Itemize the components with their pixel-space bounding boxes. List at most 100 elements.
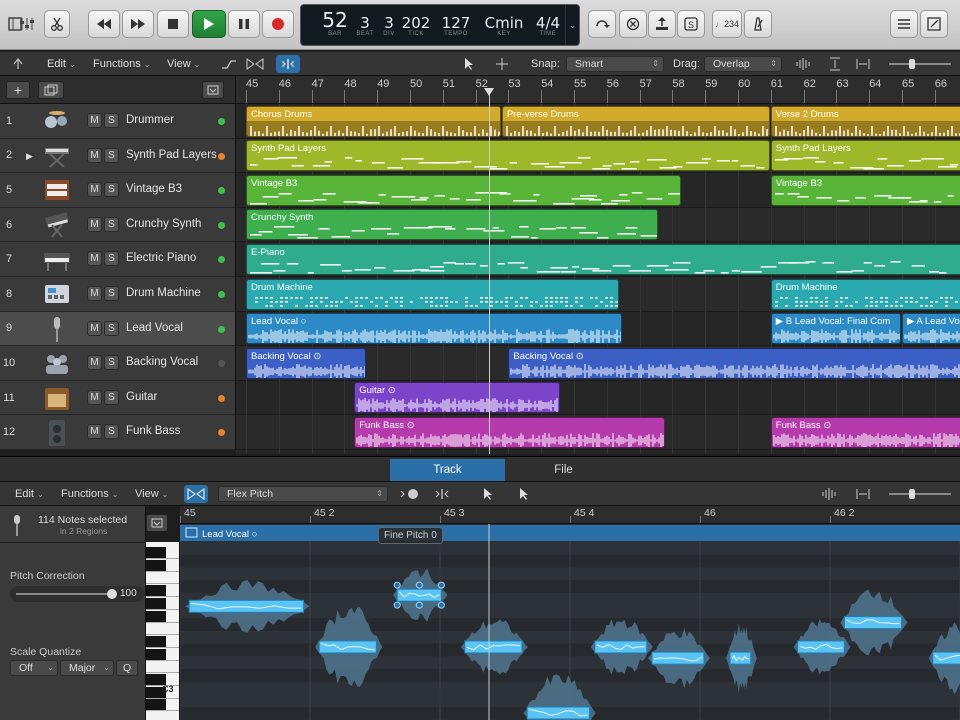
track-header[interactable]: 12 M S Funk Bass (0, 415, 236, 450)
black-key[interactable] (146, 597, 166, 609)
pitch-note[interactable] (396, 588, 442, 602)
solo-button[interactable]: S (104, 182, 119, 198)
waveform-zoom-icon[interactable] (792, 55, 814, 73)
track-status-dot[interactable] (218, 360, 225, 368)
vertical-zoom-icon[interactable] (824, 55, 846, 73)
count-in-button[interactable]: ♩234 (712, 10, 742, 38)
region[interactable]: E-Piano (246, 243, 960, 275)
global-tracks-icon[interactable] (202, 81, 224, 99)
pointer-tool-icon[interactable] (458, 55, 480, 73)
mute-button[interactable]: M (87, 286, 102, 301)
black-key[interactable] (146, 559, 166, 571)
scissors-icon[interactable] (44, 10, 70, 38)
region[interactable]: Lead Vocal ○ (246, 313, 623, 345)
flex-mode-select[interactable]: Flex Pitch ⇕ (218, 486, 388, 502)
pitch-correction-slider[interactable]: 100 (10, 586, 144, 602)
solo-button[interactable]: S (104, 216, 119, 232)
tab-file[interactable]: File (506, 459, 621, 481)
region[interactable]: Verse 2 Drums (770, 105, 960, 137)
bounce-icon[interactable] (648, 10, 676, 38)
pitch-note[interactable] (464, 640, 523, 654)
region[interactable]: Vintage B3 (246, 174, 682, 206)
region[interactable]: Pre-verse Drums (501, 105, 770, 137)
editor-waveform-zoom-icon[interactable] (818, 485, 840, 503)
track-status-dot[interactable] (218, 152, 225, 160)
cycle-icon[interactable] (588, 10, 616, 38)
track-status-dot[interactable] (218, 394, 225, 402)
mute-button[interactable]: M (87, 216, 102, 232)
pitch-note[interactable] (188, 599, 305, 613)
region[interactable]: Synth Pad Layers (246, 140, 770, 172)
mute-button[interactable]: M (87, 320, 102, 336)
region[interactable]: Chorus Drums (246, 105, 501, 137)
region[interactable]: Guitar ⊙ (354, 382, 560, 414)
record-button[interactable] (262, 10, 294, 38)
note-handle[interactable] (415, 581, 423, 589)
region[interactable]: Funk Bass ⊙ (354, 416, 665, 448)
region[interactable]: Funk Bass ⊙ (770, 416, 960, 448)
mute-button[interactable]: M (87, 147, 102, 163)
mute-button[interactable]: M (87, 182, 102, 198)
note-handle[interactable] (393, 601, 401, 609)
add-track-icon[interactable]: + (6, 81, 30, 99)
track-header[interactable]: 5 M S Vintage B3 (0, 173, 236, 208)
track-status-dot[interactable] (218, 221, 225, 229)
duplicate-track-icon[interactable] (38, 81, 64, 99)
pitch-note[interactable] (526, 706, 591, 720)
mute-button[interactable]: M (87, 251, 102, 267)
editor-functions-menu[interactable]: Functions ⌄ (56, 486, 123, 502)
note-handle[interactable] (437, 581, 445, 589)
metronome-icon[interactable] (744, 10, 772, 38)
solo-button[interactable]: S (104, 286, 119, 301)
list-editor-icon[interactable] (890, 10, 918, 38)
view-menu[interactable]: View ⌄ (162, 56, 205, 72)
fast-forward-button[interactable] (122, 10, 154, 38)
region[interactable]: Backing Vocal ⊙ (508, 347, 960, 379)
black-key[interactable] (146, 610, 166, 622)
editor-pointer-tool-icon[interactable] (474, 485, 502, 503)
black-key[interactable] (146, 635, 166, 647)
track-header[interactable]: 8 M S Drum Machine (0, 277, 236, 312)
pause-button[interactable] (228, 10, 260, 38)
region[interactable]: Backing Vocal ⊙ (246, 347, 367, 379)
solo-button[interactable]: S (104, 355, 119, 371)
scale-type-select[interactable]: Major ⌄ (60, 660, 114, 676)
track-header[interactable]: 1 M S Drummer (0, 104, 236, 139)
region[interactable]: Vintage B3 (770, 174, 960, 206)
stop-button[interactable] (157, 10, 189, 38)
note-handle[interactable] (415, 601, 423, 609)
track-header[interactable]: 10 M S Backing Vocal (0, 346, 236, 381)
editor-flex-icon[interactable] (184, 485, 208, 503)
solo-button[interactable]: S (104, 320, 119, 336)
edit-menu[interactable]: Edit ⌄ (42, 56, 81, 72)
pitch-note[interactable] (797, 640, 845, 654)
flex-pitch-canvas[interactable]: Lead Vocal ○ Fine Pitch 0 (180, 524, 960, 720)
playhead[interactable] (489, 90, 490, 454)
track-header[interactable]: 9 M S Lead Vocal (0, 311, 236, 347)
piano-keyboard[interactable]: C3 (146, 542, 180, 720)
zoom-slider[interactable] (884, 55, 956, 73)
track-status-dot[interactable] (218, 325, 225, 333)
note-handle[interactable] (437, 601, 445, 609)
track-status-dot[interactable] (218, 118, 225, 125)
note-handle[interactable] (393, 581, 401, 589)
editor-region-bar[interactable] (180, 525, 960, 541)
track-status-dot[interactable] (218, 187, 225, 195)
tab-track[interactable]: Track (390, 459, 505, 481)
replace-icon[interactable] (619, 10, 647, 38)
mute-button[interactable]: M (87, 355, 102, 371)
quantize-button[interactable]: Q (116, 660, 138, 676)
note-pad-icon[interactable] (920, 10, 948, 38)
disclosure-triangle-icon[interactable]: ▶ (26, 151, 33, 162)
bar-ruler[interactable]: 45 46 47 48 49 50 51 52 53 54 55 56 57 58 59 60 61 62 63 64… (236, 76, 960, 104)
editor-horizontal-zoom-icon[interactable] (852, 485, 874, 503)
black-key[interactable] (146, 585, 166, 597)
track-header[interactable]: 11 M S Guitar (0, 380, 236, 416)
tracks-area[interactable]: Chorus Drums Pre-verse Drums Verse 2 Drums… (236, 104, 960, 454)
track-status-dot[interactable] (218, 291, 225, 298)
lcd-display[interactable]: 52 BAR 3 BEAT 3 DIV 202 TICK 127 TEMPO C… (300, 4, 580, 46)
functions-menu[interactable]: Functions ⌄ (88, 56, 155, 72)
catch-playhead-icon[interactable] (276, 55, 300, 73)
flex-icon[interactable] (244, 55, 266, 73)
solo-button[interactable]: S (104, 424, 119, 440)
